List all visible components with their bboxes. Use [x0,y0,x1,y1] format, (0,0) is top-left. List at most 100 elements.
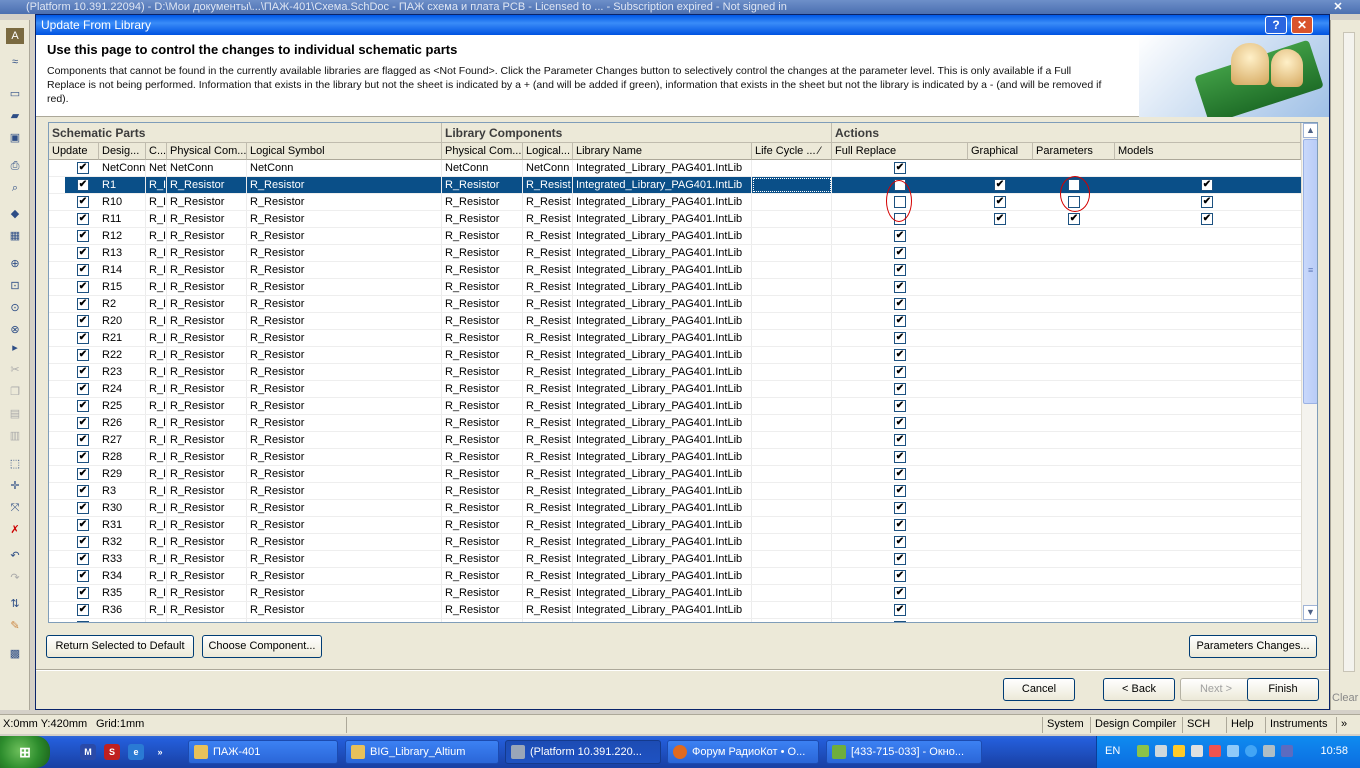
open-folder-icon[interactable]: ▰ [6,108,24,124]
board-icon[interactable]: ▦ [6,228,24,244]
table-row[interactable]: R27 R_I R_Resistor R_Resistor R_Resistor R_Re… [49,432,1301,449]
help-button[interactable]: ? [1265,16,1287,34]
graphical-checkbox[interactable] [994,213,1006,225]
update-checkbox[interactable] [77,485,89,497]
table-row[interactable]: R15 R_I R_Resistor R_Resistor R_Resistor R_Re… [49,279,1301,296]
print-preview-icon[interactable]: ⌕ [6,180,24,196]
col-lib-physical-component[interactable]: Physical Com... [442,143,523,160]
print-icon[interactable]: ⎙ [6,158,24,174]
full-replace-checkbox[interactable] [894,485,906,497]
tray-icon[interactable] [1155,745,1167,757]
table-row[interactable]: R35 R_I R_Resistor R_Resistor R_Resistor R_Re… [49,585,1301,602]
quicklaunch-icon[interactable]: S [104,744,120,760]
full-replace-checkbox[interactable] [894,604,906,616]
update-checkbox[interactable] [77,400,89,412]
compile-icon[interactable]: ▩ [6,646,24,662]
update-checkbox[interactable] [77,162,89,174]
col-graphical[interactable]: Graphical [968,143,1033,160]
full-replace-checkbox[interactable] [894,315,906,327]
full-replace-checkbox[interactable] [894,502,906,514]
status-tab-design-compiler[interactable]: Design Compiler [1090,717,1180,733]
table-row[interactable]: R31 R_I R_Resistor R_Resistor R_Resistor R_Re… [49,517,1301,534]
update-checkbox[interactable] [77,315,89,327]
table-row[interactable]: R22 R_I R_Resistor R_Resistor R_Resistor R_Re… [49,347,1301,364]
table-row[interactable]: R21 R_I R_Resistor R_Resistor R_Resistor R_Re… [49,330,1301,347]
update-checkbox[interactable] [77,553,89,565]
return-selected-to-default-button[interactable]: Return Selected to Default [46,635,194,658]
tray-icon[interactable] [1281,745,1293,757]
table-row[interactable]: R24 R_I R_Resistor R_Resistor R_Resistor R_Re… [49,381,1301,398]
app-close-icon[interactable]: ✕ [1330,0,1346,14]
table-row[interactable]: R12 R_I R_Resistor R_Resistor R_Resistor R_Re… [49,228,1301,245]
update-checkbox[interactable] [77,570,89,582]
update-checkbox[interactable] [77,587,89,599]
taskbar-task[interactable]: BIG_Library_Altium [345,740,499,764]
col-designator[interactable]: Desig... [99,143,146,160]
table-row[interactable]: R11 R_I R_Resistor R_Resistor R_Resistor R_Re… [49,211,1301,228]
table-row[interactable]: R14 R_I R_Resistor R_Resistor R_Resistor R_Re… [49,262,1301,279]
table-row[interactable]: R25 R_I R_Resistor R_Resistor R_Resistor R_Re… [49,398,1301,415]
volume-icon[interactable] [1263,745,1275,757]
next-button[interactable]: Next > [1180,678,1252,701]
zoom-selected-icon[interactable]: ⊗ [6,322,24,338]
full-replace-checkbox[interactable] [894,417,906,429]
update-checkbox[interactable] [77,468,89,480]
paste-icon[interactable]: ▤ [6,406,24,422]
table-row[interactable]: R30 R_I R_Resistor R_Resistor R_Resistor R_Re… [49,500,1301,517]
table-row[interactable]: R37R_IR_ResistorR_ResistorR_ResistorR_Re… [49,619,1301,622]
grid-vertical-scrollbar[interactable]: ▲ ≡ ▼ [1301,123,1317,622]
full-replace-checkbox[interactable] [894,383,906,395]
status-tab-system[interactable]: System [1042,717,1088,733]
update-checkbox[interactable] [77,230,89,242]
update-checkbox[interactable] [77,417,89,429]
full-replace-checkbox[interactable] [894,247,906,259]
scroll-up-arrow-icon[interactable]: ▲ [1303,123,1317,138]
hierarchy-icon[interactable]: ⇅ [6,596,24,612]
select-area-icon[interactable]: ⬚ [6,456,24,472]
update-checkbox[interactable] [77,434,89,446]
scroll-thumb[interactable]: ≡ [1303,139,1317,404]
table-row[interactable]: R1 R_I R_Resistor R_Resistor R_Resistor R_Res… [49,177,1301,194]
col-logical-symbol[interactable]: Logical Symbol [247,143,442,160]
models-checkbox[interactable] [1201,213,1213,225]
full-replace-checkbox[interactable] [894,587,906,599]
ie-icon[interactable]: e [128,744,144,760]
table-row[interactable]: R33 R_I R_Resistor R_Resistor R_Resistor R_Re… [49,551,1301,568]
navigator-icon[interactable]: ≈ [6,54,24,70]
full-replace-checkbox[interactable] [894,230,906,242]
taskbar-task[interactable]: [433-715-033] - Окно... [826,740,982,764]
update-checkbox[interactable] [77,621,89,622]
move-icon[interactable]: ✛ [6,478,24,494]
update-checkbox[interactable] [77,179,89,191]
choose-component-button[interactable]: Choose Component... [202,635,322,658]
update-checkbox[interactable] [77,451,89,463]
finish-button[interactable]: Finish [1247,678,1319,701]
update-checkbox[interactable] [77,332,89,344]
table-row[interactable]: R29 R_I R_Resistor R_Resistor R_Resistor R_Re… [49,466,1301,483]
tray-icon[interactable] [1209,745,1221,757]
full-replace-checkbox[interactable] [894,519,906,531]
update-checkbox[interactable] [77,383,89,395]
more-tools-icon[interactable]: ▸ [6,340,24,356]
back-button[interactable]: < Back [1103,678,1175,701]
paste-special-icon[interactable]: ▥ [6,428,24,444]
table-row[interactable]: R20 R_I R_Resistor R_Resistor R_Resistor R_Re… [49,313,1301,330]
tray-icon[interactable] [1137,745,1149,757]
col-models[interactable]: Models [1115,143,1301,160]
select-objects-icon[interactable]: ⤧ [6,500,24,516]
full-replace-checkbox[interactable] [894,434,906,446]
full-replace-checkbox[interactable] [894,570,906,582]
status-tab-instruments[interactable]: Instruments [1265,717,1331,733]
right-panel-scrollbar[interactable] [1343,32,1355,672]
start-button[interactable]: ⊞ [0,736,50,768]
full-replace-checkbox[interactable] [894,400,906,412]
zoom-in-icon[interactable]: ⊕ [6,256,24,272]
update-checkbox[interactable] [77,196,89,208]
taskbar-task[interactable]: ПАЖ-401 [188,740,338,764]
col-parameters[interactable]: Parameters [1033,143,1115,160]
graphical-checkbox[interactable] [994,196,1006,208]
redo-icon[interactable]: ↷ [6,570,24,586]
parameters-changes-button[interactable]: Parameters Changes... [1189,635,1317,658]
full-replace-checkbox[interactable] [894,553,906,565]
update-checkbox[interactable] [77,264,89,276]
